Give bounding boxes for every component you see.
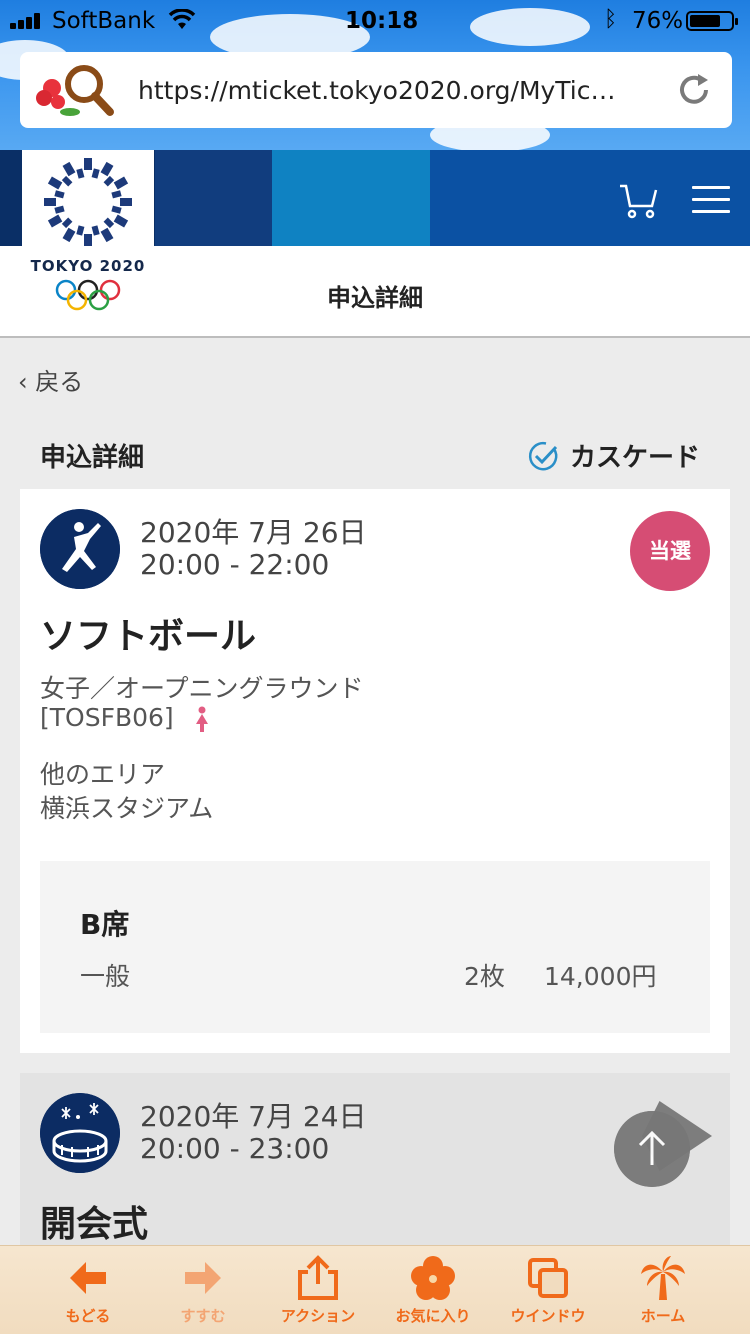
window-button[interactable]: ウインドウ: [493, 1252, 603, 1332]
battery-percent: 76%: [632, 8, 684, 34]
emblem-pattern-icon: [44, 158, 132, 246]
event-code-row: [TOSFB06]: [40, 703, 210, 732]
browser-chrome: SoftBank 10:18 ᛒ 76% https://mticket.tok…: [0, 0, 750, 150]
seat-quantity: 2枚: [464, 962, 505, 991]
header-decoration: [272, 150, 432, 246]
share-icon: [298, 1255, 338, 1300]
back-button[interactable]: もどる: [33, 1252, 143, 1332]
cascade-label: カスケード: [570, 443, 701, 473]
female-icon: [195, 706, 208, 732]
event-date: 2020年 7月 24日: [140, 1100, 367, 1133]
chevron-left-icon: ‹: [18, 368, 28, 396]
back-link[interactable]: ‹ 戻る: [18, 362, 83, 397]
seat-price: 14,000円: [544, 962, 657, 991]
seat-type: 一般: [80, 962, 131, 991]
page-title: 申込詳細: [327, 284, 423, 312]
signal-icon: [10, 13, 46, 29]
browser-search-logo-icon[interactable]: [30, 58, 126, 122]
section-title: 申込詳細: [40, 443, 145, 473]
cart-icon[interactable]: [618, 182, 658, 220]
carrier-name: SoftBank: [52, 8, 156, 34]
sport-name: 開会式: [40, 1204, 149, 1245]
event-datetime: 2020年 7月 26日 20:00 - 22:00: [140, 517, 367, 581]
battery-icon: [686, 11, 738, 31]
check-circle-icon: [528, 441, 558, 470]
event-code: [TOSFB06]: [40, 703, 174, 732]
event-datetime: 2020年 7月 24日 20:00 - 23:00: [140, 1101, 367, 1165]
cascade-toggle[interactable]: カスケード: [526, 437, 700, 474]
bluetooth-icon: ᛒ: [604, 7, 618, 32]
status-badge: 当選: [630, 511, 710, 591]
arrow-right-icon: [185, 1262, 221, 1294]
url-bar[interactable]: https://mticket.tokyo2020.org/MyTic…: [20, 52, 732, 128]
seat-details: B席 一般 2枚 14,000円: [40, 861, 710, 1033]
back-label: 戻る: [35, 368, 84, 396]
status-bar: SoftBank 10:18 ᛒ 76%: [0, 0, 750, 42]
header-decoration: [155, 150, 275, 246]
area-name: 他のエリア: [40, 760, 166, 789]
forward-button-label: すすむ: [180, 1307, 226, 1325]
palm-tree-icon: [641, 1256, 685, 1300]
clock: 10:18: [345, 8, 419, 34]
menu-icon[interactable]: [692, 186, 730, 214]
seat-category: B席: [80, 908, 130, 941]
wifi-icon: [168, 9, 196, 29]
favorites-button[interactable]: お気に入り: [378, 1252, 488, 1332]
venue-name: 横浜スタジアム: [40, 794, 214, 823]
event-date: 2020年 7月 26日: [140, 516, 367, 549]
favorites-button-label: お気に入り: [395, 1307, 471, 1325]
ceremony-icon: [40, 1093, 120, 1173]
arrow-left-icon: [70, 1262, 106, 1294]
scroll-to-top-button[interactable]: [614, 1111, 690, 1187]
application-card[interactable]: 2020年 7月 26日 20:00 - 22:00 当選 ソフトボール 女子／…: [20, 489, 730, 1053]
home-button-label: ホーム: [640, 1307, 686, 1325]
windows-icon: [528, 1258, 568, 1298]
hibiscus-icon: [411, 1256, 455, 1300]
url-text[interactable]: https://mticket.tokyo2020.org/MyTic…: [138, 76, 658, 105]
reload-icon[interactable]: [674, 70, 714, 110]
forward-button[interactable]: すすむ: [148, 1252, 258, 1332]
window-button-label: ウインドウ: [510, 1307, 586, 1325]
event-time: 20:00 - 22:00: [140, 548, 330, 581]
event-time: 20:00 - 23:00: [140, 1132, 330, 1165]
emblem-text: TOKYO 2020: [30, 257, 146, 275]
action-button-label: アクション: [280, 1307, 356, 1325]
browser-toolbar: もどる すすむ アクション お気に入り ウインドウ ホーム: [0, 1245, 750, 1334]
home-button[interactable]: ホーム: [608, 1252, 718, 1332]
softball-icon: [40, 509, 120, 589]
back-button-label: もどる: [65, 1307, 111, 1325]
event-name: 女子／オープニングラウンド: [40, 674, 364, 703]
action-button[interactable]: アクション: [263, 1252, 373, 1332]
sport-name: ソフトボール: [40, 616, 257, 657]
